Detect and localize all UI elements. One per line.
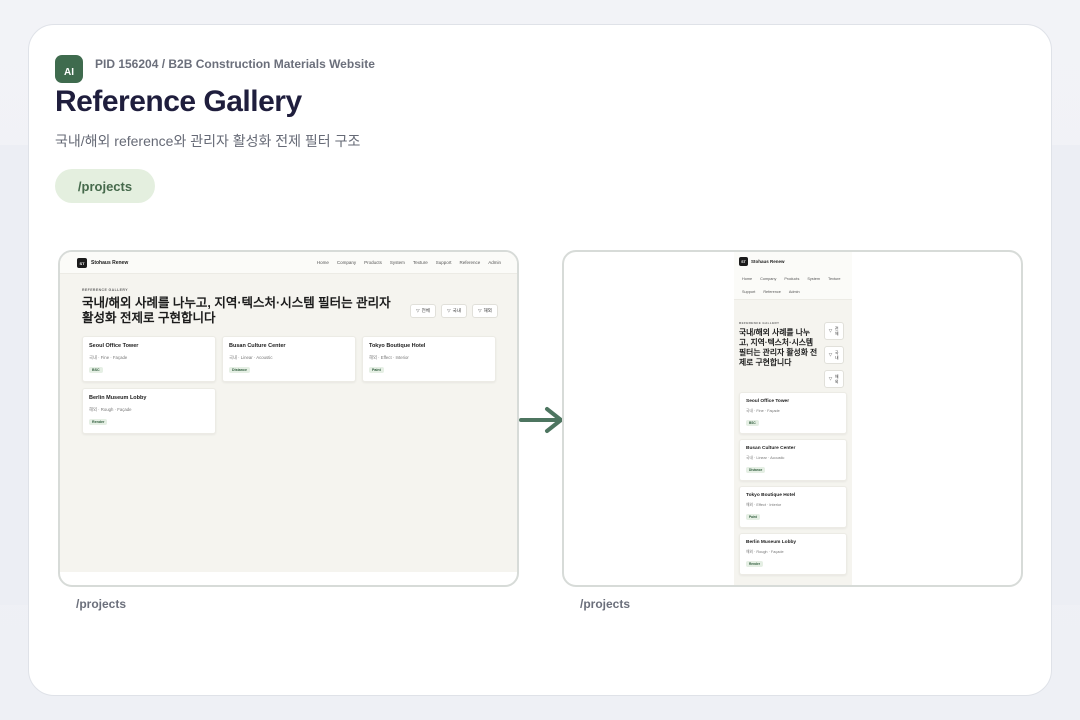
- nav-system[interactable]: System: [390, 260, 405, 265]
- reference-title: Seoul Office Tower: [746, 399, 790, 404]
- section-headline: 국내/해외 사례를 나누고, 지역·텍스처·시스템 필터는 관리자 활성화 전제…: [82, 296, 391, 325]
- nav-reference[interactable]: Reference: [459, 260, 480, 265]
- reference-tag: Render: [89, 419, 108, 425]
- reference-tag: Distance: [229, 367, 250, 373]
- nav-admin[interactable]: Admin: [789, 290, 800, 294]
- mobile-screenshot: ST Stohaus Renew Home Company Products S…: [562, 250, 1023, 587]
- filter-overseas-button[interactable]: ▽ 해외: [824, 370, 844, 388]
- reference-meta: 해외 · Rough · Façade: [89, 407, 132, 412]
- filter-all-button[interactable]: ▽ 전체: [410, 304, 436, 318]
- filter-label: 전체: [421, 308, 430, 313]
- filter-funnel-icon: ▽: [478, 308, 482, 313]
- reference-title: Busan Culture Center: [229, 343, 286, 349]
- mobile-site: ST Stohaus Renew Home Company Products S…: [734, 252, 852, 585]
- reference-card[interactable]: Busan Culture Center 국내 · Linear · Acous…: [222, 336, 356, 382]
- presentation-card: AI PID 156204 / B2B Construction Materia…: [28, 24, 1052, 696]
- nav-company[interactable]: Company: [760, 277, 776, 281]
- filter-funnel-icon: ▽: [447, 308, 451, 313]
- filter-funnel-icon: ▽: [828, 352, 833, 357]
- reference-tag: BSC: [746, 420, 759, 426]
- desktop-menu: Home Company Products System Texture Sup…: [317, 260, 501, 265]
- reference-title: Tokyo Boutique Hotel: [746, 493, 796, 498]
- nav-products[interactable]: Products: [784, 277, 799, 281]
- nav-company[interactable]: Company: [337, 260, 356, 265]
- filter-label: 국내: [834, 350, 839, 360]
- mobile-menu: Home Company Products System Texture Sup…: [742, 277, 846, 294]
- reference-title: Berlin Museum Lobby: [746, 540, 797, 545]
- brand-name: Stohaus Renew: [751, 259, 785, 264]
- filter-funnel-icon: ▽: [828, 328, 833, 333]
- reference-tag: Paint: [369, 367, 384, 373]
- section-headline: 국내/해외 사례를 나누고, 지역·텍스처·시스템 필터는 관리자 활성화 전제…: [739, 328, 818, 367]
- section-eyebrow: REFERENCE GALLERY: [739, 321, 780, 325]
- filter-label: 해외: [483, 308, 492, 313]
- desktop-route-label: /projects: [76, 597, 127, 611]
- reference-title: Berlin Museum Lobby: [89, 395, 147, 401]
- reference-tag: BSC: [89, 367, 103, 373]
- reference-tag: Distance: [746, 467, 766, 473]
- filter-label: 해외: [834, 374, 839, 384]
- reference-card[interactable]: Berlin Museum Lobby 해외 · Rough · Façade …: [82, 388, 216, 434]
- nav-reference[interactable]: Reference: [763, 290, 781, 294]
- section-eyebrow: REFERENCE GALLERY: [82, 288, 128, 292]
- filter-label: 전체: [834, 326, 839, 336]
- nav-home[interactable]: Home: [317, 260, 329, 265]
- nav-support[interactable]: Support: [742, 290, 755, 294]
- reference-meta: 국내 · Linear · Acoustic: [746, 456, 785, 460]
- reference-card[interactable]: Tokyo Boutique Hotel 해외 · Effect · Inter…: [739, 486, 847, 528]
- filter-label: 국내: [452, 308, 461, 313]
- reference-meta: 해외 · Rough · Façade: [746, 550, 784, 554]
- arrow-right-icon: [519, 407, 563, 433]
- nav-texture[interactable]: Texture: [828, 277, 840, 281]
- filter-overseas-button[interactable]: ▽ 해외: [472, 304, 498, 318]
- mobile-nav: ST Stohaus Renew Home Company Products S…: [734, 252, 852, 300]
- filter-all-button[interactable]: ▽ 전체: [824, 322, 844, 340]
- desktop-nav: ST Stohaus Renew Home Company Products S…: [60, 252, 517, 274]
- page-subtitle: 국내/해외 reference와 관리자 활성화 전제 필터 구조: [55, 133, 361, 149]
- reference-meta: 국내 · Linear · Acoustic: [229, 355, 273, 360]
- filter-group: ▽ 전체 ▽ 국내 ▽ 해외: [824, 322, 844, 388]
- nav-home[interactable]: Home: [742, 277, 752, 281]
- logo-mark: ST: [77, 258, 87, 268]
- nav-admin[interactable]: Admin: [488, 260, 501, 265]
- reference-meta: 국내 · Fine · Façade: [89, 355, 128, 360]
- reference-meta: 해외 · Effect · Interior: [369, 355, 409, 360]
- brand-name: Stohaus Renew: [91, 260, 129, 266]
- filter-domestic-button[interactable]: ▽ 국내: [824, 346, 844, 364]
- reference-tag: Render: [746, 561, 763, 567]
- route-pill[interactable]: /projects: [55, 169, 155, 203]
- page-title: Reference Gallery: [55, 85, 302, 118]
- desktop-site: ST Stohaus Renew Home Company Products S…: [60, 252, 517, 572]
- reference-meta: 해외 · Effect · Interior: [746, 503, 782, 507]
- desktop-screenshot: ST Stohaus Renew Home Company Products S…: [58, 250, 519, 587]
- nav-system[interactable]: System: [807, 277, 820, 281]
- project-id: PID 156204 / B2B Construction Materials …: [95, 57, 375, 71]
- nav-products[interactable]: Products: [364, 260, 382, 265]
- nav-texture[interactable]: Texture: [413, 260, 428, 265]
- reference-card[interactable]: Berlin Museum Lobby 해외 · Rough · Façade …: [739, 533, 847, 575]
- filter-funnel-icon: ▽: [416, 308, 420, 313]
- ai-badge: AI: [55, 55, 83, 83]
- nav-support[interactable]: Support: [436, 260, 452, 265]
- reference-title: Seoul Office Tower: [89, 343, 139, 349]
- reference-title: Busan Culture Center: [746, 446, 796, 451]
- reference-meta: 국내 · Fine · Façade: [746, 409, 780, 413]
- mobile-route-label: /projects: [580, 597, 631, 611]
- filter-funnel-icon: ▽: [828, 376, 833, 381]
- filter-domestic-button[interactable]: ▽ 국내: [441, 304, 467, 318]
- reference-card[interactable]: Seoul Office Tower 국내 · Fine · Façade BS…: [82, 336, 216, 382]
- filter-group: ▽ 전체 ▽ 국내 ▽ 해외: [410, 304, 498, 318]
- logo-mark: ST: [739, 257, 748, 266]
- reference-title: Tokyo Boutique Hotel: [369, 343, 426, 349]
- reference-card[interactable]: Tokyo Boutique Hotel 해외 · Effect · Inter…: [362, 336, 496, 382]
- reference-tag: Paint: [746, 514, 760, 520]
- reference-card[interactable]: Seoul Office Tower 국내 · Fine · Façade BS…: [739, 392, 847, 434]
- reference-card[interactable]: Busan Culture Center 국내 · Linear · Acous…: [739, 439, 847, 481]
